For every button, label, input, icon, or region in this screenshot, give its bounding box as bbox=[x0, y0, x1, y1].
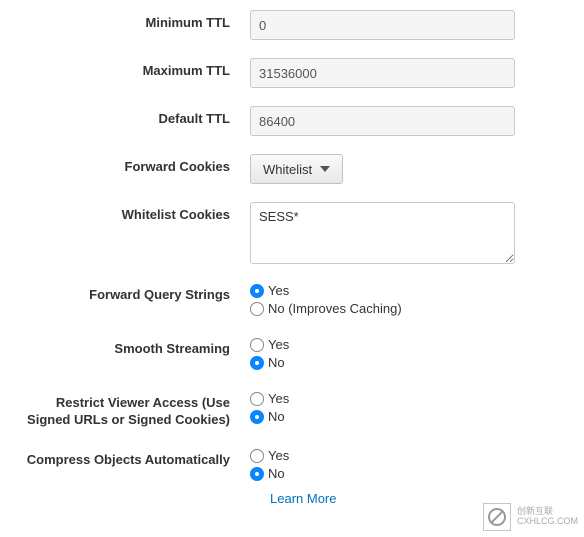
watermark-logo-icon bbox=[483, 503, 511, 531]
forward-query-strings-label: Forward Query Strings bbox=[10, 282, 250, 304]
restrict-viewer-access-label: Restrict Viewer Access (Use Signed URLs … bbox=[10, 390, 250, 429]
radio-unselected-icon bbox=[250, 302, 264, 316]
smooth-streaming-yes-option[interactable]: Yes bbox=[250, 336, 289, 354]
radio-unselected-icon bbox=[250, 449, 264, 463]
whitelist-cookies-textarea[interactable]: SESS* bbox=[250, 202, 515, 264]
restrict-viewer-access-row: Restrict Viewer Access (Use Signed URLs … bbox=[10, 390, 544, 429]
radio-selected-icon bbox=[250, 467, 264, 481]
forward-cookies-selected: Whitelist bbox=[263, 162, 312, 177]
forward-qs-yes-option[interactable]: Yes bbox=[250, 282, 289, 300]
compress-yes-option[interactable]: Yes bbox=[250, 447, 289, 465]
chevron-down-icon bbox=[320, 166, 330, 172]
smooth-streaming-label: Smooth Streaming bbox=[10, 336, 250, 358]
default-ttl-row: Default TTL bbox=[10, 106, 544, 136]
smooth-streaming-no-option[interactable]: No bbox=[250, 354, 285, 372]
minimum-ttl-row: Minimum TTL bbox=[10, 10, 544, 40]
maximum-ttl-row: Maximum TTL bbox=[10, 58, 544, 88]
forward-qs-no-option[interactable]: No (Improves Caching) bbox=[250, 300, 402, 318]
maximum-ttl-input[interactable] bbox=[250, 58, 515, 88]
forward-cookies-label: Forward Cookies bbox=[10, 154, 250, 176]
settings-form: Minimum TTL Maximum TTL Default TTL Forw… bbox=[0, 0, 584, 520]
restrict-viewer-yes-option[interactable]: Yes bbox=[250, 390, 289, 408]
whitelist-cookies-row: Whitelist Cookies SESS* bbox=[10, 202, 544, 264]
smooth-streaming-row: Smooth Streaming Yes No bbox=[10, 336, 544, 372]
watermark-line2: CXHLCG.COM bbox=[517, 517, 578, 527]
radio-selected-icon bbox=[250, 284, 264, 298]
forward-cookies-row: Forward Cookies Whitelist bbox=[10, 154, 544, 184]
forward-query-strings-row: Forward Query Strings Yes No (Improves C… bbox=[10, 282, 544, 318]
minimum-ttl-input[interactable] bbox=[250, 10, 515, 40]
maximum-ttl-label: Maximum TTL bbox=[10, 58, 250, 80]
radio-selected-icon bbox=[250, 410, 264, 424]
whitelist-cookies-label: Whitelist Cookies bbox=[10, 202, 250, 224]
compress-no-option[interactable]: No bbox=[250, 465, 285, 483]
compress-objects-label: Compress Objects Automatically bbox=[10, 447, 250, 469]
radio-unselected-icon bbox=[250, 392, 264, 406]
default-ttl-label: Default TTL bbox=[10, 106, 250, 128]
restrict-viewer-no-option[interactable]: No bbox=[250, 408, 285, 426]
minimum-ttl-label: Minimum TTL bbox=[10, 10, 250, 32]
radio-unselected-icon bbox=[250, 338, 264, 352]
radio-selected-icon bbox=[250, 356, 264, 370]
default-ttl-input[interactable] bbox=[250, 106, 515, 136]
forward-cookies-select[interactable]: Whitelist bbox=[250, 154, 343, 184]
learn-more-link[interactable]: Learn More bbox=[250, 491, 336, 506]
watermark: 创新互联 CXHLCG.COM bbox=[483, 503, 578, 531]
compress-objects-row: Compress Objects Automatically Yes No Le… bbox=[10, 447, 544, 506]
